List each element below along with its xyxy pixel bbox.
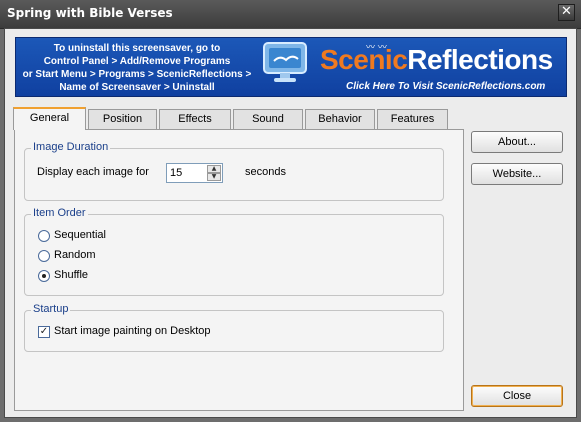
group-label: Image Duration [31, 141, 111, 153]
about-button[interactable]: About... [471, 131, 563, 153]
display-duration-label: Display each image for [37, 166, 149, 178]
option-label-sequential[interactable]: Sequential [54, 229, 106, 241]
uninstall-line: or Start Menu > Programs > ScenicReflect… [22, 69, 252, 80]
start-painting-label[interactable]: Start image painting on Desktop [54, 325, 211, 337]
radio-random[interactable] [38, 250, 50, 262]
radio-selected-dot [42, 274, 46, 278]
website-button[interactable]: Website... [471, 163, 563, 185]
group-label: Startup [31, 303, 71, 315]
close-button[interactable]: Close [471, 385, 563, 407]
close-icon: ✕ [561, 4, 572, 19]
general-tab-panel: Image Duration Display each image for 15… [14, 129, 464, 411]
item-order-group: Item Order Sequential Random Shuffle [24, 207, 444, 296]
logo-reflections: Reflections [407, 44, 553, 75]
scenicreflections-logo: ScenicReflections [320, 44, 553, 76]
image-duration-group: Image Duration Display each image for 15… [24, 141, 444, 201]
option-label-random[interactable]: Random [54, 249, 96, 261]
visit-site-link[interactable]: Click Here To Visit ScenicReflections.co… [346, 81, 545, 92]
uninstall-instructions: To uninstall this screensaver, go to Con… [18, 42, 256, 94]
uninstall-line: Control Panel > Add/Remove Programs [43, 56, 231, 67]
duration-spinner[interactable]: 15 ▲ ▼ [166, 163, 223, 183]
group-label: Item Order [31, 207, 88, 219]
tab-general[interactable]: General [13, 107, 86, 130]
uninstall-line: To uninstall this screensaver, go to [53, 43, 221, 54]
dialog-body: To uninstall this screensaver, go to Con… [4, 28, 577, 418]
window-title: Spring with Bible Verses [7, 6, 173, 20]
option-label-shuffle[interactable]: Shuffle [54, 269, 88, 281]
duration-value: 15 [170, 167, 183, 179]
tab-sound[interactable]: Sound [233, 109, 303, 129]
checkmark-icon: ✓ [39, 326, 49, 337]
radio-sequential[interactable] [38, 230, 50, 242]
screensaver-settings-window: Spring with Bible Verses ✕ To uninstall … [0, 0, 581, 422]
spin-down-icon[interactable]: ▼ [207, 173, 221, 181]
spin-up-icon[interactable]: ▲ [207, 165, 221, 173]
scenicreflections-banner[interactable]: To uninstall this screensaver, go to Con… [15, 37, 567, 97]
close-window-button[interactable]: ✕ [558, 4, 575, 21]
tab-features[interactable]: Features [377, 109, 448, 129]
spinner-buttons: ▲ ▼ [207, 165, 221, 181]
logo-scenic: Scenic [320, 44, 408, 75]
startup-group: Startup ✓ Start image painting on Deskto… [24, 303, 444, 352]
title-bar[interactable]: Spring with Bible Verses ✕ [0, 0, 581, 29]
uninstall-line: Name of Screensaver > Uninstall [59, 82, 215, 93]
monitor-logo-icon [263, 42, 307, 82]
start-painting-checkbox[interactable]: ✓ [38, 326, 50, 338]
tab-effects[interactable]: Effects [159, 109, 231, 129]
tab-position[interactable]: Position [88, 109, 157, 129]
tab-behavior[interactable]: Behavior [305, 109, 375, 129]
seconds-label: seconds [245, 166, 286, 178]
radio-shuffle[interactable] [38, 270, 50, 282]
